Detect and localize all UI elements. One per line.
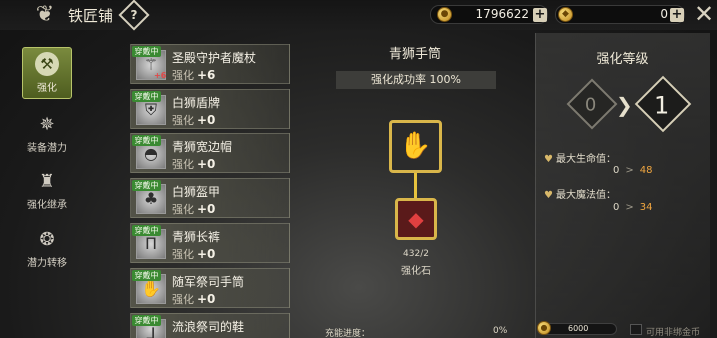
level-value: +0 [197,292,216,306]
level-label: 强化 [172,158,194,171]
transfer-icon: ❂ [39,229,55,250]
gold-cost-display: ● 6000 [537,321,617,335]
equipment-item[interactable]: ⛨ 穿戴中 白狮盾牌 强化 +0 [130,89,290,129]
material-name: 强化石 [401,266,431,277]
gem-amount: 0 [660,7,668,21]
dragon-crest-icon: ❦ [35,2,55,27]
gem-coin-icon: ◆ [558,7,573,22]
stat-max-hp-label: ♥ 最大生命值： [544,150,616,165]
level-value: +0 [197,157,216,171]
sidebar-item-potential-transfer[interactable]: ❂ 潜力转移 [18,229,76,269]
gold-amount: 1796622 [475,7,529,21]
equipped-tag: 穿戴中 [132,46,161,57]
selected-item-name: 青狮手筒 [388,47,441,62]
sidebar-item-label: 装备潜力 [27,143,67,154]
level-label: 强化 [172,248,194,261]
item-level: 强化 +6 [172,67,215,83]
sidebar-item-label: 强化继承 [27,200,67,211]
material-slot[interactable]: ◆ [395,198,437,240]
gold-coin-icon: ● [537,321,551,335]
item-level: 强化 +0 [172,201,215,217]
equipped-tag: 穿戴中 [132,91,161,102]
page-title: 铁匠铺 [68,7,114,25]
equipped-tag: 穿戴中 [132,270,161,281]
equipment-item[interactable]: Π 穿戴中 青狮长裤 强化 +0 [130,223,290,263]
equipped-tag: 穿戴中 [132,180,161,191]
level-label: 强化 [172,114,194,127]
heart-icon: ♥ [544,154,553,165]
equipment-item[interactable]: ⚚ 穿戴中 +6 圣殿守护者魔杖 强化 +6 [130,44,290,84]
success-rate: 强化成功率 100% [336,71,496,89]
sidebar-item-label: 潜力转移 [27,258,67,269]
sidebar-item-label: 强化 [37,83,57,94]
stat-label: 最大魔法值： [555,190,616,201]
level-value: +0 [197,113,216,127]
item-name: 流浪祭司的鞋 [172,320,245,334]
stat-max-mp-label: ♥ 最大魔法值： [544,186,616,201]
stat-to: 34 [639,202,653,213]
item-name: 随军祭司手筒 [172,275,245,289]
material-count: 432/2 [403,249,429,259]
level-label: 强化 [172,203,194,216]
stat-label: 最大生命值： [555,154,616,165]
sidebar-item-enhance-inherit[interactable]: ♜ 强化继承 [18,171,76,211]
item-name: 青狮长裤 [172,230,221,244]
charge-progress-label: 充能进度： [325,329,371,338]
level-value: +0 [197,247,216,261]
crossed-swords-close-icon: ✕ [694,0,715,28]
stat-from: 0 [613,202,620,213]
inherit-icon: ♜ [38,171,56,192]
stat-max-hp-values: 0 >48 [613,165,653,176]
item-name: 圣殿守护者魔杖 [172,51,257,65]
next-level-value: 1 [653,91,670,120]
gold-coin-icon: ● [437,7,452,22]
connector-line [414,173,417,198]
help-icon: ? [130,8,138,22]
chevron-right-icon: > [625,202,634,213]
enhance-stone-icon: ◆ [408,207,424,231]
level-value: +0 [197,202,216,216]
sidebar-item-equipment-potential[interactable]: ✵ 装备潜力 [18,114,76,154]
item-name: 青狮宽边帽 [172,140,233,154]
chevron-right-icon: > [625,165,634,176]
item-level: 强化 +0 [172,291,215,307]
heart-icon: ♥ [544,190,553,201]
add-gem-button[interactable]: + [670,8,684,22]
bound-gold-checkbox[interactable] [630,324,642,335]
level-label: 强化 [172,69,194,82]
equipment-item[interactable]: ✋ 穿戴中 随军祭司手筒 强化 +0 [130,268,290,308]
gold-currency-display: ● 1796622 + [430,5,548,24]
equipped-tag: 穿戴中 [132,315,161,326]
anvil-icon: ⚒ [35,52,59,76]
equipment-item[interactable]: ♣ 穿戴中 白狮盔甲 强化 +0 [130,178,290,218]
gold-cost-value: 6000 [568,324,589,333]
item-level: 强化 +0 [172,112,215,128]
current-level-value: 0 [584,94,597,116]
add-gold-button[interactable]: + [533,8,547,22]
equipment-item[interactable]: ⅃ 穿戴中 流浪祭司的鞋 [130,313,290,338]
chevron-right-icon: ❯ [616,93,633,117]
item-level: 强化 +0 [172,156,215,172]
gauntlet-icon: ✋ [399,131,432,161]
enhance-badge: +6 [154,71,167,80]
item-name: 白狮盔甲 [172,185,221,199]
item-name: 白狮盾牌 [172,96,221,110]
stat-to: 48 [639,165,653,176]
close-button[interactable]: ✕ [694,1,714,27]
target-item-slot[interactable]: ✋ [389,120,442,173]
equipped-tag: 穿戴中 [132,225,161,236]
sidebar-item-enhance[interactable]: ⚒ 强化 [22,47,72,99]
equipment-item[interactable]: ◓ 穿戴中 青狮宽边帽 强化 +0 [130,133,290,173]
star-potential-icon: ✵ [39,114,55,135]
stat-from: 0 [613,165,620,176]
bound-gold-label: 可用非绑金币 [646,328,701,338]
charge-progress-value: 0% [493,326,508,336]
stat-max-mp-values: 0 >34 [613,202,653,213]
equipped-tag: 穿戴中 [132,135,161,146]
level-value: +6 [197,68,216,82]
level-label: 强化 [172,293,194,306]
gem-currency-display: ◆ 0 + [555,5,685,24]
item-level: 强化 +0 [172,246,215,262]
panel-title: 强化等级 [596,52,649,67]
